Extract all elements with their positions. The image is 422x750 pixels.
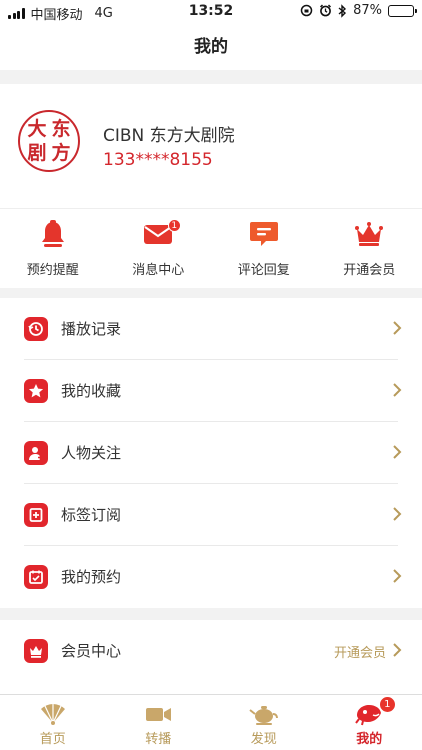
page-title: 我的 [0, 24, 422, 70]
quick-action-messages[interactable]: 1 消息中心 [106, 209, 212, 288]
teapot-icon [249, 706, 278, 725]
tab-label: 我的 [356, 732, 383, 747]
avatar-char: 方 [51, 142, 71, 164]
menu-item-label: 人物关注 [61, 444, 122, 462]
status-bar: 中国移动 4G 13:52 87% [0, 0, 422, 24]
menu-item-tag-subscribe[interactable]: 标签订阅 [0, 484, 422, 546]
avatar-char: 东 [51, 118, 71, 140]
menu-item-label: 我的预约 [61, 568, 122, 586]
history-icon [24, 317, 48, 341]
quick-action-label: 开通会员 [343, 263, 396, 278]
tab-label: 转播 [145, 732, 172, 747]
menu-item-label: 播放记录 [61, 320, 122, 338]
profile-phone: 133****8155 [103, 150, 213, 170]
crown-icon [355, 222, 384, 246]
profile-name: CIBN 东方大剧院 [103, 126, 235, 146]
menu-item-history[interactable]: 播放记录 [0, 298, 422, 360]
menu-item-reservations[interactable]: 我的预约 [0, 546, 422, 608]
chevron-right-icon [393, 445, 402, 459]
message-badge: 1 [167, 219, 181, 232]
chevron-right-icon [393, 321, 402, 335]
avatar[interactable]: 大 东 剧 方 [18, 110, 80, 172]
menu-list: 播放记录 我的收藏 人物关注 标签订阅 我的预约 [0, 298, 422, 608]
calendar-icon [24, 565, 48, 589]
comment-icon [249, 222, 278, 246]
menu-item-favorites[interactable]: 我的收藏 [0, 360, 422, 422]
person-add-icon [24, 441, 48, 465]
tab-badge: 1 [379, 697, 395, 712]
avatar-seal: 大 东 剧 方 [25, 117, 73, 165]
star-icon [24, 379, 48, 403]
battery-icon [388, 4, 417, 17]
bell-icon [41, 220, 64, 247]
fan-icon [40, 703, 65, 725]
quick-action-reminder[interactable]: 预约提醒 [0, 209, 106, 288]
alarm-icon [320, 4, 332, 17]
menu-item-label: 会员中心 [61, 642, 122, 660]
profile-card[interactable]: 大 东 剧 方 CIBN 东方大剧院 133****8155 [0, 84, 422, 208]
tab-mine[interactable]: 1 我的 [317, 695, 422, 750]
member-list: 会员中心 开通会员 [0, 620, 422, 694]
avatar-char: 大 [27, 118, 47, 140]
chevron-right-icon [393, 507, 402, 521]
chevron-right-icon [393, 383, 402, 397]
tag-subscribe-icon [24, 503, 48, 527]
tab-discover[interactable]: 发现 [211, 695, 317, 750]
quick-action-label: 评论回复 [237, 263, 290, 278]
menu-item-label: 标签订阅 [61, 506, 122, 524]
quick-action-label: 消息中心 [132, 263, 185, 278]
menu-item-label: 我的收藏 [61, 382, 122, 400]
quick-action-label: 预约提醒 [26, 263, 79, 278]
chevron-right-icon [393, 569, 402, 583]
menu-item-member-center[interactable]: 会员中心 开通会员 [0, 620, 422, 682]
tab-bar: 首页 转播 发现 1 我的 [0, 694, 422, 750]
quick-action-comments[interactable]: 评论回复 [211, 209, 317, 288]
status-right: 87% [300, 3, 417, 18]
battery-percent: 87% [353, 3, 382, 18]
video-camera-icon [146, 708, 172, 721]
chevron-right-icon [393, 643, 402, 657]
bluetooth-icon [338, 3, 347, 18]
avatar-char: 剧 [27, 142, 47, 164]
open-vip-link[interactable]: 开通会员 [334, 642, 386, 661]
tab-home[interactable]: 首页 [0, 695, 106, 750]
quick-action-vip[interactable]: 开通会员 [317, 209, 422, 288]
menu-item-follows[interactable]: 人物关注 [0, 422, 422, 484]
tab-broadcast[interactable]: 转播 [106, 695, 212, 750]
crown-icon [24, 639, 48, 663]
quick-actions: 预约提醒 1 消息中心 评论回复 开通会员 [0, 208, 422, 288]
rotation-lock-icon [300, 4, 313, 17]
tab-label: 首页 [39, 732, 66, 747]
tab-label: 发现 [250, 732, 277, 747]
